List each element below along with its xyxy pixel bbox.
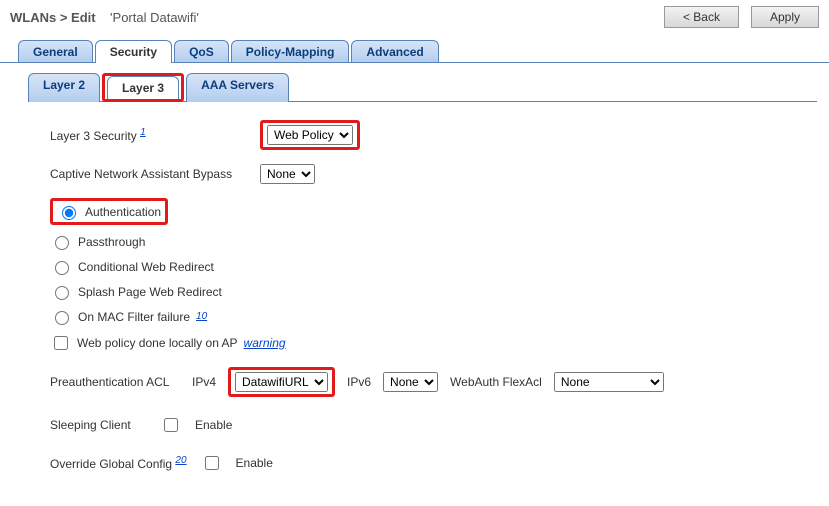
ipv4-label: IPv4 bbox=[192, 375, 216, 389]
sleeping-client-label: Sleeping Client bbox=[50, 418, 146, 432]
breadcrumb-path: WLANs > Edit bbox=[10, 10, 96, 25]
row-sleeping-client: Sleeping Client Enable bbox=[50, 415, 817, 435]
content-scroll[interactable]: Layer 2 Layer 3 AAA Servers Layer 3 Secu… bbox=[0, 62, 829, 482]
radio-authentication[interactable] bbox=[62, 206, 76, 220]
highlight-authentication: Authentication bbox=[50, 198, 168, 225]
subtab-layer2[interactable]: Layer 2 bbox=[28, 73, 100, 102]
l3-security-label: Layer 3 Security 1 bbox=[50, 127, 260, 143]
radio-conditional-redirect[interactable] bbox=[55, 261, 69, 275]
check-webpolicy-local[interactable] bbox=[54, 336, 68, 350]
row-l3-security: Layer 3 Security 1 Web Policy bbox=[50, 120, 817, 150]
back-button[interactable]: < Back bbox=[664, 6, 739, 28]
page-header: WLANs > Edit 'Portal Datawifi' < Back Ap… bbox=[0, 0, 829, 34]
footnote-1[interactable]: 1 bbox=[140, 127, 146, 138]
override-global-label: Override Global Config 20 bbox=[50, 455, 187, 471]
warning-link[interactable]: warning bbox=[244, 336, 286, 350]
override-enable-label: Enable bbox=[236, 456, 273, 470]
row-auth: Authentication bbox=[50, 198, 817, 225]
ipv4-select[interactable]: DatawifiURL bbox=[235, 372, 328, 392]
webpolicy-local-label: Web policy done locally on AP bbox=[77, 336, 238, 350]
ipv6-label: IPv6 bbox=[347, 375, 371, 389]
tab-general[interactable]: General bbox=[18, 40, 93, 63]
tab-advanced[interactable]: Advanced bbox=[351, 40, 438, 63]
header-buttons: < Back Apply bbox=[664, 6, 819, 28]
webauth-flexacl-select[interactable]: None bbox=[554, 372, 664, 392]
radio-passthrough-label: Passthrough bbox=[78, 235, 145, 249]
captive-bypass-select[interactable]: None bbox=[260, 164, 315, 184]
subtab-layer3[interactable]: Layer 3 bbox=[107, 76, 179, 99]
breadcrumb: WLANs > Edit 'Portal Datawifi' bbox=[10, 10, 199, 25]
footnote-10[interactable]: 10 bbox=[196, 311, 207, 322]
tab-policy-mapping[interactable]: Policy-Mapping bbox=[231, 40, 350, 63]
row-splash-redirect: Splash Page Web Redirect bbox=[50, 283, 817, 300]
radio-cond-redirect-label: Conditional Web Redirect bbox=[78, 260, 214, 274]
override-global-text: Override Global Config bbox=[50, 457, 172, 471]
highlight-web-policy: Web Policy bbox=[260, 120, 360, 150]
row-webpolicy-local: Web policy done locally on AP warning bbox=[50, 333, 817, 353]
highlight-ipv4-select: DatawifiURL bbox=[228, 367, 335, 397]
radio-passthrough[interactable] bbox=[55, 236, 69, 250]
layer3-panel: Layer 3 Security 1 Web Policy Captive Ne… bbox=[28, 101, 817, 482]
ipv6-select[interactable]: None bbox=[383, 372, 438, 392]
check-sleeping-enable[interactable] bbox=[164, 418, 178, 432]
row-preauth-acl: Preauthentication ACL IPv4 DatawifiURL I… bbox=[50, 367, 817, 397]
page-root: WLANs > Edit 'Portal Datawifi' < Back Ap… bbox=[0, 0, 829, 506]
radio-mac-failure[interactable] bbox=[55, 311, 69, 325]
highlight-layer3-tab: Layer 3 bbox=[102, 73, 184, 102]
row-captive-bypass: Captive Network Assistant Bypass None bbox=[50, 164, 817, 184]
subtab-aaa-servers[interactable]: AAA Servers bbox=[186, 73, 289, 102]
main-tabs: General Security QoS Policy-Mapping Adva… bbox=[18, 40, 827, 63]
webauth-flexacl-label: WebAuth FlexAcl bbox=[450, 375, 542, 389]
row-cond-redirect: Conditional Web Redirect bbox=[50, 258, 817, 275]
l3-security-text: Layer 3 Security bbox=[50, 129, 137, 143]
captive-bypass-label: Captive Network Assistant Bypass bbox=[50, 167, 260, 181]
l3-security-select[interactable]: Web Policy bbox=[267, 125, 353, 145]
tab-security[interactable]: Security bbox=[95, 40, 172, 63]
row-mac-failure: On MAC Filter failure 10 bbox=[50, 308, 817, 325]
radio-mac-failure-label: On MAC Filter failure bbox=[78, 310, 190, 324]
row-override-global: Override Global Config 20 Enable bbox=[50, 453, 817, 473]
breadcrumb-title: 'Portal Datawifi' bbox=[110, 10, 199, 25]
row-passthrough: Passthrough bbox=[50, 233, 817, 250]
preauth-acl-label: Preauthentication ACL bbox=[50, 375, 180, 389]
sub-tabs: Layer 2 Layer 3 AAA Servers bbox=[28, 73, 829, 102]
sleeping-enable-label: Enable bbox=[195, 418, 232, 432]
radio-splash-redirect[interactable] bbox=[55, 286, 69, 300]
check-override-enable[interactable] bbox=[205, 456, 219, 470]
tab-qos[interactable]: QoS bbox=[174, 40, 229, 63]
radio-authentication-label: Authentication bbox=[85, 205, 161, 219]
radio-splash-redirect-label: Splash Page Web Redirect bbox=[78, 285, 222, 299]
footnote-20[interactable]: 20 bbox=[175, 455, 186, 466]
apply-button[interactable]: Apply bbox=[751, 6, 819, 28]
